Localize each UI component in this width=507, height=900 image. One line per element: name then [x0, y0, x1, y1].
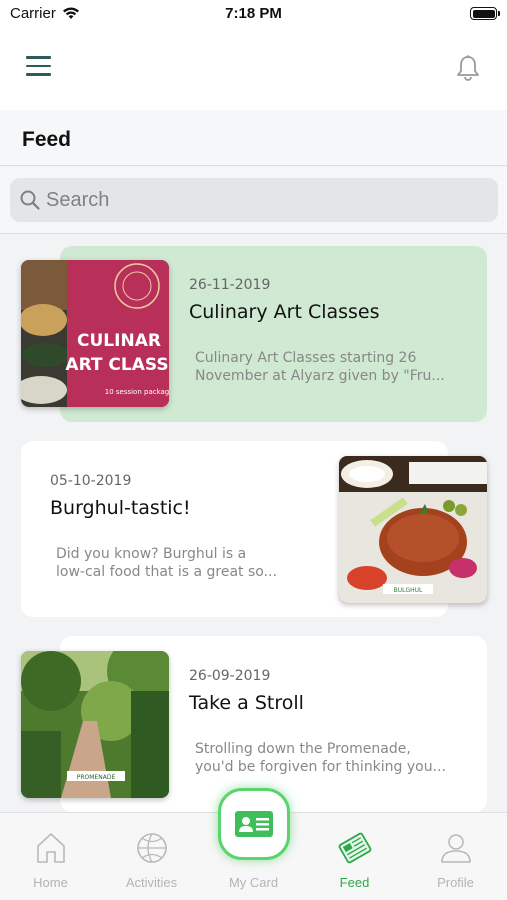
burghul-dish-image: BULGHUL — [339, 456, 487, 603]
post-date: 26-09-2019 — [189, 668, 271, 684]
post-title: Burghul-tastic! — [50, 497, 191, 519]
image-caption: BULGHUL — [394, 587, 423, 594]
home-icon — [37, 833, 65, 863]
tab-home[interactable]: Home — [0, 813, 101, 900]
search-input[interactable] — [46, 178, 486, 222]
tab-profile[interactable]: Profile — [405, 813, 506, 900]
battery-icon — [470, 7, 500, 20]
page-title: Feed — [22, 128, 72, 151]
basketball-icon — [137, 833, 167, 863]
tab-activities[interactable]: Activities — [101, 813, 202, 900]
feed-header: Feed — [0, 110, 507, 166]
tab-label: Activities — [125, 875, 178, 890]
post-title: Take a Stroll — [189, 692, 304, 714]
newspaper-icon — [338, 832, 372, 864]
search-icon — [20, 190, 40, 210]
post-date: 26-11-2019 — [189, 277, 271, 293]
image-caption: PROMENADE — [77, 774, 116, 781]
tab-label: Profile — [437, 875, 474, 890]
tab-feed[interactable]: Feed — [304, 813, 405, 900]
post-date: 05-10-2019 — [50, 473, 132, 489]
image-caption: 10 session packag — [105, 388, 169, 396]
tab-label: My Card — [228, 875, 279, 890]
search-box[interactable] — [10, 178, 498, 222]
tab-label: Feed — [339, 875, 370, 890]
status-bar: Carrier 7:18 PM — [0, 0, 507, 30]
post-title: Culinary Art Classes — [189, 301, 380, 323]
id-card-icon — [235, 811, 273, 837]
bell-icon[interactable] — [455, 54, 481, 82]
post-description: Strolling down the Promenade, you'd be f… — [195, 741, 446, 775]
tab-label: Home — [33, 875, 68, 890]
person-icon — [441, 834, 471, 863]
post-description: Did you know? Burghul is a low-cal food … — [56, 546, 277, 580]
image-overlay-text: CULINAR — [77, 331, 161, 351]
promenade-image: PROMENADE — [21, 651, 169, 798]
my-card-button[interactable] — [218, 788, 290, 860]
hamburger-menu-icon[interactable] — [26, 56, 54, 80]
search-bar-container — [0, 167, 507, 234]
image-overlay-text: ART CLASS — [65, 355, 168, 375]
top-navigation-bar — [0, 30, 507, 110]
post-description: Culinary Art Classes starting 26 Novembe… — [195, 350, 445, 384]
clock-label: 7:18 PM — [225, 5, 282, 22]
culinary-class-image: CULINAR ART CLASS 10 session packag — [21, 260, 169, 407]
